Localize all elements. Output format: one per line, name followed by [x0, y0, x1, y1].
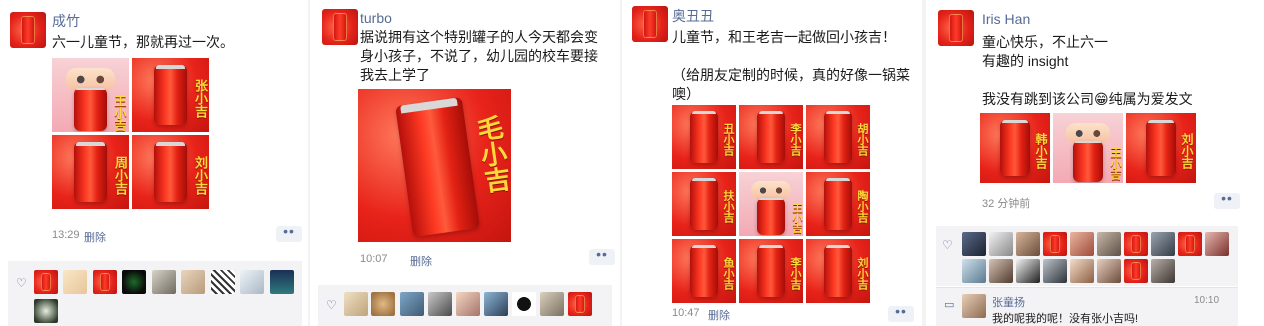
moment-post-4: Iris Han 童心快乐，不止六一 有趣的 insight 我没有跳到该公司😁… [926, 0, 1264, 326]
post-time: 32 分钟前 [982, 198, 1031, 210]
comment-section: ▭ 张童扬 10:10 我的呢我的呢！没有张小吉吗! [936, 287, 1238, 326]
user-avatar[interactable] [322, 9, 358, 45]
heart-icon: ♡ [326, 298, 337, 312]
user-avatar[interactable] [632, 6, 668, 42]
liker-avatar[interactable] [512, 292, 536, 316]
liker-avatar[interactable] [181, 270, 205, 294]
post-time: 10:07 [360, 253, 388, 265]
more-dots-icon[interactable]: •• [589, 247, 615, 265]
image-thumb[interactable]: 丑小吉 [672, 105, 736, 169]
post-time: 13:29 [52, 229, 80, 241]
liker-avatar[interactable] [371, 292, 395, 316]
user-avatar[interactable] [10, 12, 46, 48]
user-name[interactable]: 成竹 [52, 11, 80, 31]
comment-icon: ▭ [944, 299, 955, 311]
image-thumb[interactable]: 韩小吉 [980, 113, 1050, 183]
post-time: 10:47 [672, 307, 700, 319]
liker-avatar[interactable] [211, 270, 235, 294]
image-grid: 王小吉 张小吉 周小吉 刘小吉 [52, 58, 209, 209]
image-thumb[interactable]: 陶小吉 [806, 172, 870, 236]
image-thumb[interactable]: 毛小吉 [358, 89, 511, 242]
delete-link[interactable]: 删除 [84, 229, 106, 245]
image-thumb[interactable]: 王小吉 [1053, 113, 1123, 183]
image-thumb[interactable]: 刘小吉 [806, 239, 870, 303]
liker-avatar[interactable] [152, 270, 176, 294]
liker-avatar[interactable] [1070, 232, 1094, 256]
more-dots-icon[interactable]: •• [276, 224, 302, 242]
liker-avatar[interactable] [1070, 259, 1094, 283]
liker-avatar[interactable] [1151, 259, 1175, 283]
liker-avatar[interactable] [989, 232, 1013, 256]
image-grid: 丑小吉 李小吉 胡小吉 扶小吉 王小吉 陶小吉 鱼小吉 李小吉 刘小吉 [672, 105, 870, 303]
liker-avatar[interactable] [122, 270, 146, 294]
liker-avatar[interactable] [400, 292, 424, 316]
comment-text: 我的呢我的呢！没有张小吉吗! [992, 313, 1139, 325]
likes-section: ♡ [8, 261, 302, 326]
image-thumb[interactable]: 扶小吉 [672, 172, 736, 236]
moment-post-3: 奥丑丑 儿童节，和王老吉一起做回小孩吉！ （给朋友定制的时候，真的好像一锅菜噢）… [622, 0, 922, 326]
image-thumb[interactable]: 刘小吉 [132, 135, 209, 209]
liker-avatar[interactable] [962, 259, 986, 283]
liker-avatar[interactable] [63, 270, 87, 294]
liker-avatar[interactable] [1178, 232, 1202, 256]
moment-post-1: 成竹 六一儿童节，那就再过一次。 王小吉 张小吉 周小吉 刘小吉 13:29 删… [0, 0, 310, 326]
image-thumb[interactable]: 王小吉 [52, 58, 129, 132]
liker-avatar[interactable] [1016, 232, 1040, 256]
liker-avatar[interactable] [1016, 259, 1040, 283]
liker-avatar[interactable] [484, 292, 508, 316]
liker-avatar[interactable] [568, 292, 592, 316]
user-avatar[interactable] [938, 10, 974, 46]
heart-icon: ♡ [942, 238, 953, 252]
liker-avatar[interactable] [34, 299, 58, 323]
likes-section: ♡ [318, 285, 612, 326]
image-thumb[interactable]: 王小吉 [739, 172, 803, 236]
liker-avatar[interactable] [989, 259, 1013, 283]
moment-post-2: turbo 据说拥有这个特别罐子的人今天都会变身小孩子，不说了，幼儿园的校车要接… [310, 0, 620, 326]
more-dots-icon[interactable]: •• [1214, 191, 1240, 209]
liker-avatar[interactable] [344, 292, 368, 316]
more-dots-icon[interactable]: •• [888, 304, 914, 322]
delete-link[interactable]: 删除 [708, 307, 730, 323]
user-name[interactable]: 奥丑丑 [672, 6, 714, 26]
user-name[interactable]: turbo [360, 10, 392, 26]
user-name[interactable]: Iris Han [982, 11, 1030, 27]
image-thumb[interactable]: 李小吉 [739, 105, 803, 169]
liker-avatar[interactable] [1205, 232, 1229, 256]
image-grid: 韩小吉 王小吉 刘小吉 [980, 113, 1196, 183]
image-thumb[interactable]: 胡小吉 [806, 105, 870, 169]
image-thumb[interactable]: 周小吉 [52, 135, 129, 209]
image-thumb[interactable]: 李小吉 [739, 239, 803, 303]
liker-avatar[interactable] [1097, 259, 1121, 283]
liker-avatar[interactable] [1097, 232, 1121, 256]
liker-avatar[interactable] [962, 232, 986, 256]
liker-avatar[interactable] [240, 270, 264, 294]
liker-avatar[interactable] [1124, 232, 1148, 256]
liker-avatar[interactable] [93, 270, 117, 294]
image-thumb[interactable]: 鱼小吉 [672, 239, 736, 303]
heart-icon: ♡ [16, 276, 27, 290]
post-text: 童心快乐，不止六一 有趣的 insight 我没有跳到该公司😁纯属为爱发文 [982, 34, 1193, 107]
post-text: 六一儿童节，那就再过一次。 [52, 34, 234, 50]
liker-avatar[interactable] [1124, 259, 1148, 283]
image-thumb[interactable]: 刘小吉 [1126, 113, 1196, 183]
liker-avatar[interactable] [1043, 259, 1067, 283]
liker-avatar[interactable] [270, 270, 294, 294]
post-text: 儿童节，和王老吉一起做回小孩吉！ （给朋友定制的时候，真的好像一锅菜噢） [672, 29, 910, 102]
post-text: 据说拥有这个特别罐子的人今天都会变身小孩子，不说了，幼儿园的校车要接我去上学了 [360, 29, 598, 83]
image-thumb[interactable]: 张小吉 [132, 58, 209, 132]
liker-avatar[interactable] [540, 292, 564, 316]
commenter-name[interactable]: 张童扬 [992, 294, 1025, 310]
liker-avatar[interactable] [34, 270, 58, 294]
comment-time: 10:10 [1194, 295, 1220, 306]
liker-avatar[interactable] [1151, 232, 1175, 256]
liker-avatar[interactable] [456, 292, 480, 316]
liker-avatar[interactable] [1043, 232, 1067, 256]
likes-section: ♡ [936, 226, 1238, 286]
liker-avatar[interactable] [428, 292, 452, 316]
commenter-avatar[interactable] [962, 294, 986, 318]
delete-link[interactable]: 删除 [410, 253, 432, 269]
